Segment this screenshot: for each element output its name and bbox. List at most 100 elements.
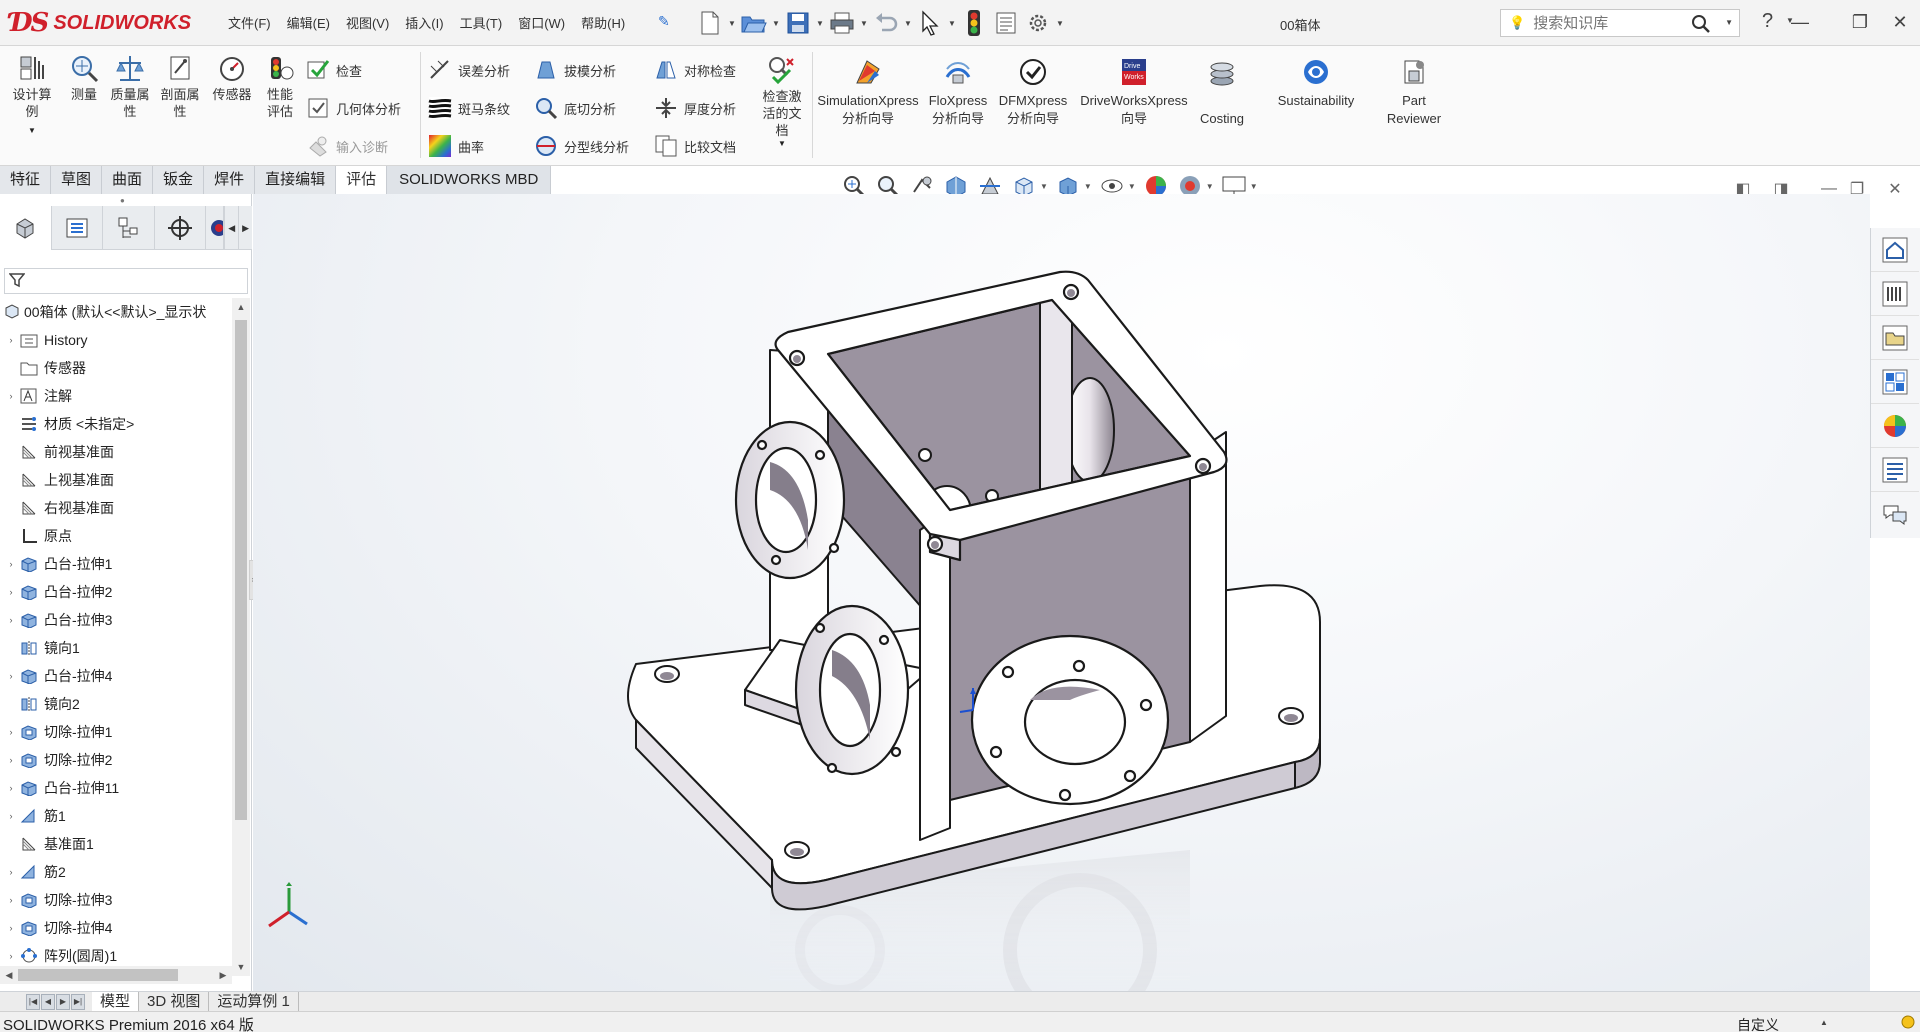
new-dropdown-icon[interactable]: ▼ (727, 19, 737, 28)
scroll-down-icon[interactable]: ▼ (232, 958, 250, 976)
expand-arrow-icon[interactable]: › (4, 391, 18, 401)
thickness-analysis-button[interactable]: 厚度分析 (654, 94, 736, 122)
menu-item-6[interactable]: 帮助(H) (573, 15, 633, 33)
menu-item-5[interactable]: 窗口(W) (510, 15, 573, 33)
expand-arrow-icon[interactable]: › (4, 923, 18, 933)
solidworks-resources-home-icon[interactable] (1871, 228, 1919, 272)
feature-tree-filter[interactable] (4, 268, 248, 294)
part-reviewer-button[interactable]: Part Reviewer (1382, 56, 1446, 128)
search-dropdown-icon[interactable]: ▼ (1725, 18, 1733, 27)
open-document-icon[interactable] (739, 8, 769, 38)
last-tab-icon[interactable]: ▶| (71, 993, 85, 1010)
feature-tree-vertical-scrollbar[interactable]: ▲ ▼ (232, 298, 250, 976)
expand-arrow-icon[interactable]: › (4, 867, 18, 877)
undercut-analysis-button[interactable]: 底切分析 (534, 94, 616, 122)
tabs-scroll-right-icon[interactable]: ▶ (238, 206, 252, 250)
configurationmanager-tab-icon[interactable] (103, 206, 155, 250)
menu-item-2[interactable]: 视图(V) (338, 15, 397, 33)
tab-1[interactable]: 草图 (51, 166, 103, 194)
view-orientation-dropdown-icon[interactable]: ▼ (1040, 182, 1048, 191)
menu-item-0[interactable]: 文件(F) (220, 15, 279, 33)
tab-6[interactable]: 评估 (336, 166, 388, 194)
expand-arrow-icon[interactable]: › (4, 783, 18, 793)
view-palette-icon[interactable] (1871, 360, 1919, 404)
unit-system-dropdown-icon[interactable]: ▲ (1820, 1018, 1828, 1027)
bottom-tab-0[interactable]: 模型 (92, 991, 140, 1012)
dimxpertmanager-tab-icon[interactable] (155, 206, 207, 250)
tree-item[interactable]: › 凸台-拉伸1 (0, 550, 232, 578)
unit-system[interactable]: 自定义 (1737, 1015, 1779, 1032)
design-study-button[interactable]: 设计算例 ▼ (6, 52, 58, 135)
compare-documents-button[interactable]: 比较文档 (654, 132, 736, 160)
tree-item[interactable]: › 筋1 (0, 802, 232, 830)
menu-item-4[interactable]: 工具(T) (452, 15, 511, 33)
tree-item[interactable]: › 凸台-拉伸2 (0, 578, 232, 606)
new-document-icon[interactable] (695, 8, 725, 38)
hide-show-dropdown-icon[interactable]: ▼ (1128, 182, 1136, 191)
performance-evaluation-button[interactable]: 性能评估 (258, 52, 302, 120)
measure-button[interactable]: 测量 (58, 52, 110, 103)
tree-item[interactable]: › History (0, 326, 232, 354)
driveworksxpress-button[interactable]: Drive Works DriveWorksXpress 向导 (1072, 56, 1196, 128)
file-properties-icon[interactable] (991, 8, 1021, 38)
section-properties-button[interactable]: 剖面属性 (154, 52, 206, 120)
menu-item-3[interactable]: 插入(I) (397, 15, 451, 33)
search-input[interactable] (1533, 14, 1704, 32)
expand-arrow-icon[interactable]: › (4, 671, 18, 681)
tree-item[interactable]: 右视基准面 (0, 494, 232, 522)
first-tab-icon[interactable]: |◀ (26, 993, 40, 1010)
sustainability-button[interactable]: Sustainability (1266, 56, 1366, 110)
import-diagnostics-button[interactable]: 输入诊断 (306, 132, 388, 160)
help-icon[interactable]: ? (1762, 10, 1773, 33)
tree-item[interactable]: › 切除-拉伸3 (0, 886, 232, 914)
check-active-document-button[interactable]: 检查激活的文档 ▼ (758, 54, 806, 148)
symmetry-check-button[interactable]: 对称检查 (654, 56, 736, 84)
propertymanager-tab-icon[interactable] (52, 206, 104, 250)
status-bar-alert-icon[interactable] (1900, 1014, 1916, 1032)
expand-arrow-icon[interactable]: › (4, 895, 18, 905)
feature-tree-root[interactable]: 00箱体 (默认<<默认>_显示状 (0, 298, 232, 326)
next-tab-icon[interactable]: ▶ (56, 993, 70, 1010)
check-active-document-dropdown-icon[interactable]: ▼ (778, 139, 786, 148)
select-arrow-icon[interactable] (915, 8, 945, 38)
zebra-stripes-button[interactable]: 斑马条纹 (428, 94, 510, 122)
appearances-scenes-icon[interactable] (1871, 404, 1919, 448)
options-dropdown-icon[interactable]: ▼ (1055, 19, 1065, 28)
custom-properties-icon[interactable] (1871, 448, 1919, 492)
tree-item[interactable]: › 凸台-拉伸11 (0, 774, 232, 802)
options-gear-icon[interactable] (1023, 8, 1053, 38)
tabs-scroll-left-icon[interactable]: ◀ (224, 206, 238, 250)
viewport-close-icon[interactable]: ✕ (1884, 178, 1906, 200)
tree-item[interactable]: › 注解 (0, 382, 232, 410)
tree-item[interactable]: 传感器 (0, 354, 232, 382)
print-icon[interactable] (827, 8, 857, 38)
tree-item[interactable]: › 切除-拉伸1 (0, 718, 232, 746)
floxpress-button[interactable]: FloXpress 分析向导 (922, 56, 994, 128)
tab-2[interactable]: 曲面 (102, 166, 154, 194)
undo-dropdown-icon[interactable]: ▼ (903, 19, 913, 28)
apply-scene-dropdown-icon[interactable]: ▼ (1206, 182, 1214, 191)
prev-tab-icon[interactable]: ◀ (41, 993, 55, 1010)
deviation-analysis-button[interactable]: 误差分析 (428, 56, 510, 84)
tab-0[interactable]: 特征 (0, 166, 52, 194)
rebuild-traffic-light-icon[interactable] (959, 8, 989, 38)
scroll-left-icon[interactable]: ◀ (0, 966, 18, 984)
print-dropdown-icon[interactable]: ▼ (859, 19, 869, 28)
file-explorer-icon[interactable] (1871, 316, 1919, 360)
close-icon[interactable]: ✕ (1880, 8, 1920, 36)
design-study-dropdown-icon[interactable]: ▼ (28, 126, 36, 135)
bottom-tab-2[interactable]: 运动算例 1 (209, 991, 299, 1012)
expand-arrow-icon[interactable]: › (4, 951, 18, 961)
tree-item[interactable]: 镜向2 (0, 690, 232, 718)
simulationxpress-button[interactable]: SimulationXpress 分析向导 (816, 56, 920, 128)
select-dropdown-icon[interactable]: ▼ (947, 19, 957, 28)
tab-3[interactable]: 钣金 (153, 166, 205, 194)
dfmxpress-button[interactable]: DFMXpress 分析向导 (996, 56, 1070, 128)
expand-arrow-icon[interactable]: › (4, 811, 18, 821)
graphics-area[interactable] (253, 194, 1870, 991)
parting-line-analysis-button[interactable]: 分型线分析 (534, 132, 629, 160)
costing-button[interactable]: Costing (1194, 56, 1250, 128)
panel-grip-icon[interactable]: ● (120, 196, 125, 205)
expand-arrow-icon[interactable]: › (4, 559, 18, 569)
tree-item[interactable]: › 切除-拉伸4 (0, 914, 232, 942)
